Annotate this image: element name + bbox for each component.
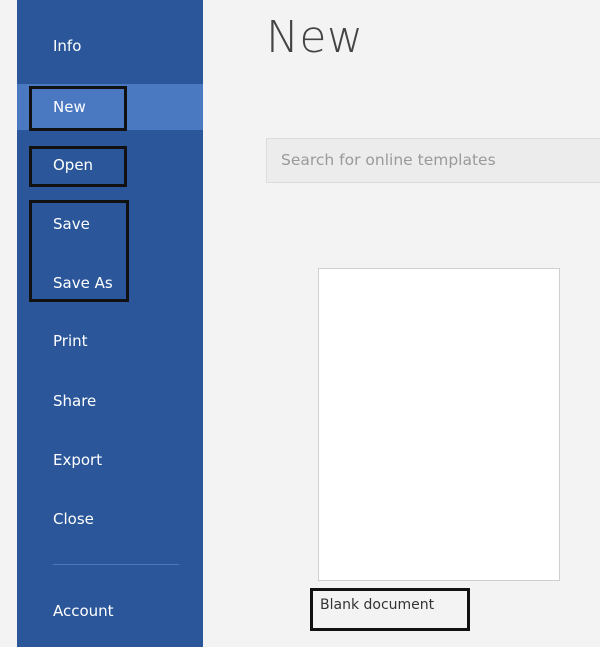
sidebar-item-close[interactable]: Close [17,496,203,542]
blank-document-thumbnail[interactable] [318,268,560,581]
page-title: New [266,12,364,63]
search-input[interactable]: Search for online templates [266,138,600,183]
sidebar-item-open[interactable]: Open [17,142,203,188]
sidebar-item-export[interactable]: Export [17,437,203,483]
sidebar-item-info[interactable]: Info [17,23,203,69]
sidebar-item-save-as[interactable]: Save As [17,260,203,306]
blank-document-label[interactable]: Blank document [320,597,434,613]
sidebar-item-share[interactable]: Share [17,378,203,424]
sidebar-divider [53,564,179,565]
sidebar-item-new[interactable]: New [17,84,203,130]
sidebar-item-print[interactable]: Print [17,318,203,364]
sidebar-item-account[interactable]: Account [17,588,203,634]
sidebar-item-save[interactable]: Save [17,201,203,247]
backstage-sidebar: Info New Open Save Save As Print Share E… [17,0,203,647]
